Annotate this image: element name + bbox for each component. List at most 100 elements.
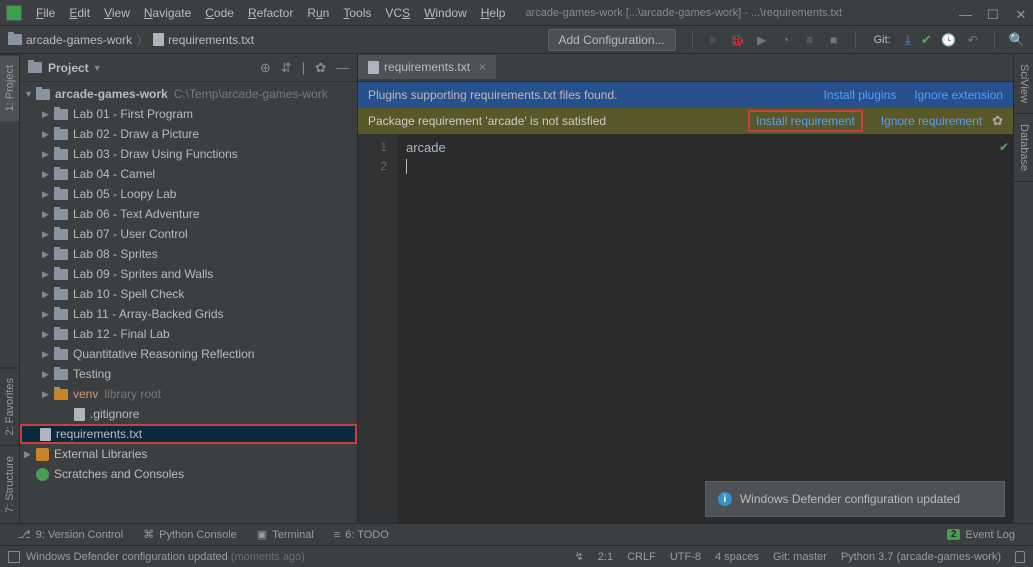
tree-folder[interactable]: ▶Lab 07 - User Control bbox=[20, 224, 357, 244]
code-content[interactable]: arcade bbox=[398, 134, 1013, 523]
event-log-tab[interactable]: 2 Event Log bbox=[937, 529, 1025, 541]
close-button[interactable]: ✕ bbox=[1015, 7, 1027, 19]
editor-tab-requirements[interactable]: requirements.txt × bbox=[358, 55, 496, 81]
indent-setting[interactable]: 4 spaces bbox=[715, 551, 759, 563]
expand-icon[interactable]: ▶ bbox=[42, 249, 52, 260]
panel-dropdown-icon[interactable]: ▼ bbox=[93, 63, 102, 73]
breadcrumb-file[interactable]: requirements.txt bbox=[153, 33, 254, 47]
panel-settings-icon[interactable]: ✿ bbox=[315, 60, 326, 76]
tab-sciview[interactable]: SciView bbox=[1014, 54, 1033, 114]
panel-hide-icon[interactable]: — bbox=[336, 60, 349, 75]
file-encoding[interactable]: UTF-8 bbox=[670, 551, 701, 563]
expand-icon[interactable]: ▶ bbox=[42, 169, 52, 180]
profile-button[interactable]: ◔ bbox=[779, 33, 793, 47]
tree-external-libraries[interactable]: ▶ External Libraries bbox=[20, 444, 357, 464]
expand-icon[interactable]: ▶ bbox=[42, 269, 52, 280]
caret-position[interactable]: 2:1 bbox=[598, 551, 613, 563]
git-rollback-icon[interactable]: ↶ bbox=[966, 33, 980, 47]
tree-folder[interactable]: ▶Lab 05 - Loopy Lab bbox=[20, 184, 357, 204]
menu-navigate[interactable]: Navigate bbox=[138, 3, 197, 23]
tree-folder[interactable]: ▶Lab 10 - Spell Check bbox=[20, 284, 357, 304]
install-requirement-link[interactable]: Install requirement bbox=[748, 110, 863, 132]
menu-window[interactable]: Window bbox=[418, 3, 473, 23]
tree-folder[interactable]: ▶Lab 03 - Draw Using Functions bbox=[20, 144, 357, 164]
menu-help[interactable]: Help bbox=[475, 3, 512, 23]
expand-icon[interactable]: ▶ bbox=[42, 309, 52, 320]
inspection-ok-icon[interactable]: ✔ bbox=[999, 140, 1009, 154]
tree-folder[interactable]: ▶Lab 12 - Final Lab bbox=[20, 324, 357, 344]
close-tab-icon[interactable]: × bbox=[479, 60, 486, 74]
git-branch[interactable]: Git: master bbox=[773, 551, 827, 563]
debug-button[interactable]: 🐞 bbox=[731, 33, 745, 47]
expand-icon[interactable]: ▼ bbox=[24, 89, 34, 99]
project-tree[interactable]: ▼ arcade-games-work C:\Temp\arcade-games… bbox=[20, 82, 357, 523]
expand-icon[interactable]: ▶ bbox=[42, 189, 52, 200]
tab-database[interactable]: Database bbox=[1014, 114, 1033, 182]
panel-title[interactable]: Project bbox=[48, 61, 89, 75]
expand-icon[interactable]: ▶ bbox=[42, 369, 52, 380]
expand-icon[interactable]: ▶ bbox=[42, 389, 52, 400]
tree-requirements[interactable]: requirements.txt bbox=[20, 424, 357, 444]
todo-tab[interactable]: ≡ 6: TODO bbox=[324, 529, 399, 541]
expand-icon[interactable]: ▶ bbox=[42, 209, 52, 220]
menu-run[interactable]: Run bbox=[301, 3, 335, 23]
tree-venv[interactable]: ▶ venv library root bbox=[20, 384, 357, 404]
menu-file[interactable]: File bbox=[30, 3, 61, 23]
tree-folder[interactable]: ▶Lab 02 - Draw a Picture bbox=[20, 124, 357, 144]
terminal-tab[interactable]: ▣ Terminal bbox=[247, 528, 324, 541]
python-console-tab[interactable]: ⌘ Python Console bbox=[133, 528, 247, 541]
tree-folder[interactable]: ▶Testing bbox=[20, 364, 357, 384]
notification-toast[interactable]: i Windows Defender configuration updated bbox=[705, 481, 1005, 517]
expand-icon[interactable]: ▶ bbox=[42, 329, 52, 340]
tab-structure[interactable]: 7: Structure bbox=[0, 445, 19, 523]
search-everywhere-icon[interactable]: 🔍 bbox=[1009, 32, 1025, 48]
code-editor[interactable]: 1 2 arcade ✔ bbox=[358, 134, 1013, 523]
version-control-tab[interactable]: ⎇ 9: Version Control bbox=[8, 528, 133, 541]
expand-icon[interactable]: ▶ bbox=[42, 349, 52, 360]
ignore-requirement-link[interactable]: Ignore requirement bbox=[881, 114, 982, 128]
menu-code[interactable]: Code bbox=[199, 3, 240, 23]
menu-vcs[interactable]: VCS bbox=[379, 3, 416, 23]
expand-icon[interactable]: ▶ bbox=[42, 109, 52, 120]
expand-icon[interactable]: ▶ bbox=[42, 149, 52, 160]
tab-project[interactable]: 1: Project bbox=[0, 54, 19, 121]
menu-tools[interactable]: Tools bbox=[337, 3, 377, 23]
tree-folder[interactable]: ▶Lab 11 - Array-Backed Grids bbox=[20, 304, 357, 324]
git-history-icon[interactable]: 🕓 bbox=[942, 33, 956, 47]
tree-folder[interactable]: ▶Lab 04 - Camel bbox=[20, 164, 357, 184]
tree-folder[interactable]: ▶Lab 01 - First Program bbox=[20, 104, 357, 124]
locate-icon[interactable]: ⊕ bbox=[260, 60, 271, 76]
tree-scratches[interactable]: Scratches and Consoles bbox=[20, 464, 357, 484]
coverage-button[interactable]: ▶ bbox=[755, 33, 769, 47]
menu-refactor[interactable]: Refactor bbox=[242, 3, 299, 23]
breadcrumb-project[interactable]: arcade-games-work bbox=[8, 33, 132, 47]
git-update-icon[interactable]: ⤓ bbox=[905, 31, 911, 48]
tree-gitignore[interactable]: .gitignore bbox=[20, 404, 357, 424]
banner-settings-icon[interactable]: ✿ bbox=[992, 113, 1003, 129]
minimize-button[interactable]: — bbox=[959, 7, 971, 19]
expand-icon[interactable]: ▶ bbox=[42, 129, 52, 140]
menu-edit[interactable]: Edit bbox=[63, 3, 96, 23]
stop-button[interactable]: ■ bbox=[827, 33, 841, 47]
tab-favorites[interactable]: 2: Favorites bbox=[0, 367, 19, 445]
tool-windows-icon[interactable] bbox=[8, 551, 20, 563]
python-interpreter[interactable]: Python 3.7 (arcade-games-work) bbox=[841, 551, 1001, 563]
tree-folder[interactable]: ▶Lab 09 - Sprites and Walls bbox=[20, 264, 357, 284]
line-separator[interactable]: CRLF bbox=[627, 551, 656, 563]
expand-icon[interactable]: ▶ bbox=[42, 229, 52, 240]
tree-folder[interactable]: ▶Quantitative Reasoning Reflection bbox=[20, 344, 357, 364]
tree-folder[interactable]: ▶Lab 08 - Sprites bbox=[20, 244, 357, 264]
maximize-button[interactable]: ☐ bbox=[987, 7, 999, 19]
expand-icon[interactable]: ▶ bbox=[24, 449, 34, 460]
collapse-icon[interactable]: ⇵ bbox=[281, 60, 292, 76]
tree-root[interactable]: ▼ arcade-games-work C:\Temp\arcade-games… bbox=[20, 84, 357, 104]
goto-icon[interactable]: ↯ bbox=[575, 550, 584, 563]
menu-view[interactable]: View bbox=[98, 3, 136, 23]
concurrency-button[interactable]: ≡ bbox=[803, 33, 817, 47]
expand-icon[interactable]: ▶ bbox=[42, 289, 52, 300]
git-commit-icon[interactable]: ✔ bbox=[921, 32, 932, 48]
run-button[interactable] bbox=[707, 33, 721, 47]
tree-folder[interactable]: ▶Lab 06 - Text Adventure bbox=[20, 204, 357, 224]
readonly-icon[interactable] bbox=[1015, 551, 1025, 563]
install-plugins-link[interactable]: Install plugins bbox=[824, 88, 897, 102]
